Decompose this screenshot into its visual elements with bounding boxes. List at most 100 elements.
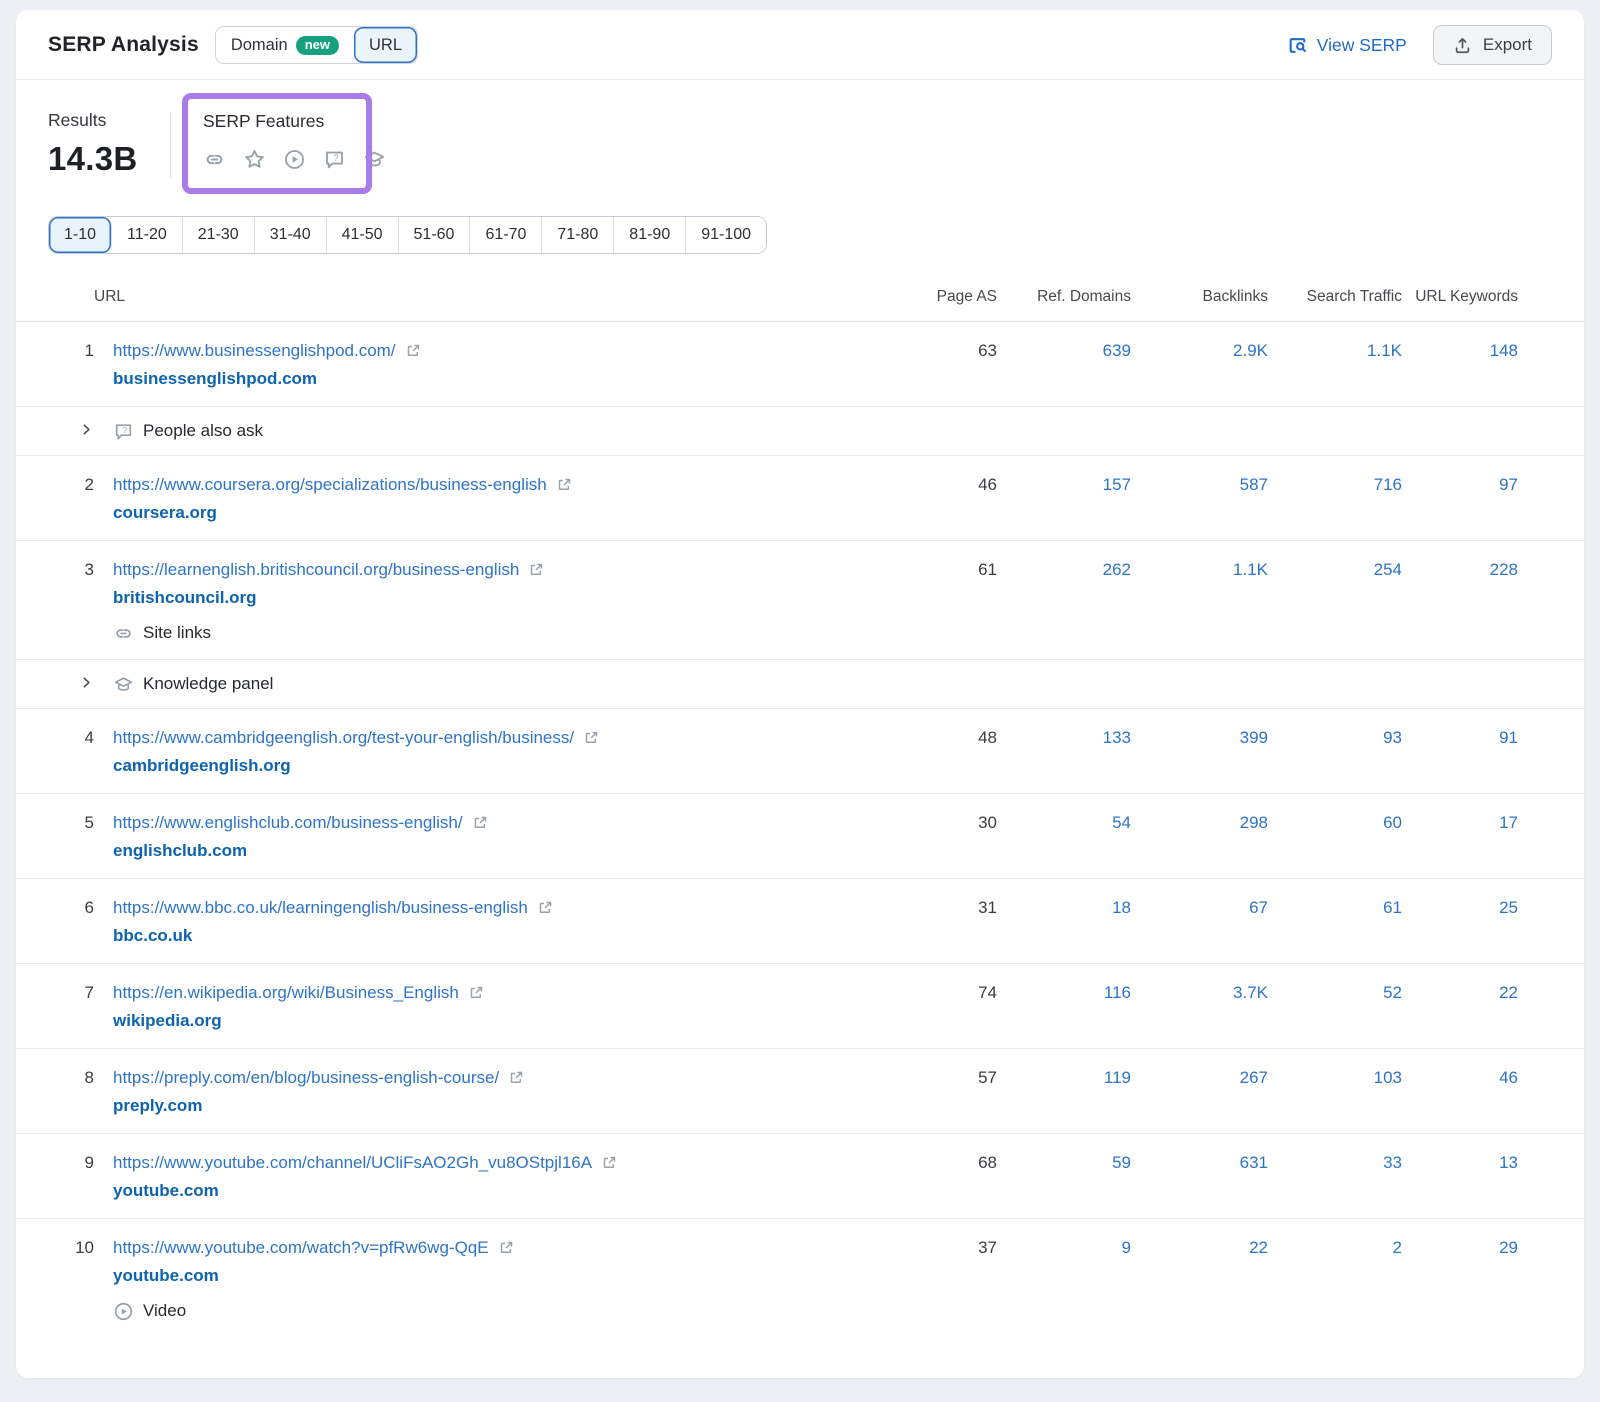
url-keywords-value[interactable]: 91	[1499, 728, 1518, 747]
video-icon	[113, 1301, 134, 1322]
people-also-ask-icon: ?	[113, 421, 134, 442]
pagination-range-51-60[interactable]: 51-60	[399, 217, 471, 253]
url-toggle-button[interactable]: URL	[354, 27, 417, 63]
ref-domains-value[interactable]: 9	[1122, 1238, 1131, 1257]
search-traffic-value[interactable]: 52	[1383, 983, 1402, 1002]
external-link-icon[interactable]	[583, 730, 599, 746]
search-traffic-value[interactable]: 716	[1374, 475, 1402, 494]
result-url-link[interactable]: https://www.bbc.co.uk/learningenglish/bu…	[113, 895, 528, 921]
external-link-icon[interactable]	[498, 1240, 514, 1256]
result-domain-link[interactable]: businessenglishpod.com	[113, 367, 317, 391]
export-button[interactable]: Export	[1433, 25, 1552, 65]
url-toggle-label: URL	[369, 34, 402, 56]
ref-domains-value[interactable]: 262	[1103, 560, 1131, 579]
external-link-icon[interactable]	[601, 1155, 617, 1171]
url-keywords-value[interactable]: 97	[1499, 475, 1518, 494]
search-traffic-value[interactable]: 33	[1383, 1153, 1402, 1172]
backlinks-value[interactable]: 2.9K	[1233, 341, 1268, 360]
result-url-link[interactable]: https://preply.com/en/blog/business-engl…	[113, 1065, 499, 1091]
ref-domains-value[interactable]: 133	[1103, 728, 1131, 747]
external-link-icon[interactable]	[468, 985, 484, 1001]
result-url-link[interactable]: https://www.cambridgeenglish.org/test-yo…	[113, 725, 574, 751]
url-keywords-value[interactable]: 13	[1499, 1153, 1518, 1172]
external-link-icon[interactable]	[556, 477, 572, 493]
page-as-value: 31	[847, 895, 997, 921]
external-link-icon[interactable]	[537, 900, 553, 916]
result-domain-link[interactable]: bbc.co.uk	[113, 924, 192, 948]
search-traffic-value[interactable]: 93	[1383, 728, 1402, 747]
pagination-range-31-40[interactable]: 31-40	[255, 217, 327, 253]
result-url-link[interactable]: https://learnenglish.britishcouncil.org/…	[113, 557, 519, 583]
pagination-range-71-80[interactable]: 71-80	[542, 217, 614, 253]
pagination-range-21-30[interactable]: 21-30	[183, 217, 255, 253]
result-url-link[interactable]: https://en.wikipedia.org/wiki/Business_E…	[113, 980, 459, 1006]
result-url-link[interactable]: https://www.coursera.org/specializations…	[113, 472, 547, 498]
pagination-range-61-70[interactable]: 61-70	[470, 217, 542, 253]
result-domain-link[interactable]: cambridgeenglish.org	[113, 754, 291, 778]
chevron-right-icon[interactable]	[79, 675, 94, 690]
backlinks-value[interactable]: 399	[1240, 728, 1268, 747]
external-link-icon[interactable]	[472, 815, 488, 831]
results-block: Results 14.3B	[48, 110, 170, 178]
backlinks-value[interactable]: 67	[1249, 898, 1268, 917]
search-traffic-value[interactable]: 2	[1393, 1238, 1402, 1257]
page-as-value: 68	[847, 1150, 997, 1176]
result-url-link[interactable]: https://www.youtube.com/channel/UCliFsAO…	[113, 1150, 592, 1176]
pagination-range-41-50[interactable]: 41-50	[327, 217, 399, 253]
external-link-icon[interactable]	[528, 562, 544, 578]
search-traffic-value[interactable]: 61	[1383, 898, 1402, 917]
external-link-icon[interactable]	[405, 343, 421, 359]
serp-feature-row-knowledge-panel[interactable]: Knowledge panel	[16, 660, 1584, 709]
column-header-search-traffic: Search Traffic	[1268, 282, 1402, 321]
ref-domains-value[interactable]: 116	[1104, 983, 1131, 1002]
serp-feature-label: Knowledge panel	[143, 672, 273, 696]
url-keywords-value[interactable]: 46	[1499, 1068, 1518, 1087]
page-as-value: 63	[847, 338, 997, 364]
url-keywords-value[interactable]: 29	[1499, 1238, 1518, 1257]
url-keywords-value[interactable]: 22	[1499, 983, 1518, 1002]
backlinks-value[interactable]: 3.7K	[1233, 983, 1268, 1002]
pagination-range-11-20[interactable]: 11-20	[112, 217, 183, 253]
pagination-range-1-10[interactable]: 1-10	[49, 217, 112, 253]
search-traffic-value[interactable]: 254	[1374, 560, 1402, 579]
result-domain-link[interactable]: preply.com	[113, 1094, 202, 1118]
url-keywords-value[interactable]: 148	[1490, 341, 1518, 360]
ref-domains-value[interactable]: 18	[1112, 898, 1131, 917]
domain-toggle-button[interactable]: Domain new	[216, 27, 354, 63]
pagination-range-91-100[interactable]: 91-100	[686, 217, 766, 253]
result-url-link[interactable]: https://www.businessenglishpod.com/	[113, 338, 396, 364]
result-domain-link[interactable]: coursera.org	[113, 501, 217, 525]
result-url-link[interactable]: https://www.englishclub.com/business-eng…	[113, 810, 463, 836]
search-traffic-value[interactable]: 103	[1374, 1068, 1402, 1087]
chevron-right-icon[interactable]	[79, 422, 94, 437]
backlinks-value[interactable]: 631	[1240, 1153, 1268, 1172]
backlinks-value[interactable]: 267	[1240, 1068, 1268, 1087]
view-serp-link[interactable]: View SERP	[1287, 35, 1407, 56]
url-keywords-value[interactable]: 228	[1490, 560, 1518, 579]
serp-feature-row-people-also-ask[interactable]: ? People also ask	[16, 407, 1584, 456]
backlinks-value[interactable]: 587	[1240, 475, 1268, 494]
ref-domains-value[interactable]: 59	[1112, 1153, 1131, 1172]
result-domain-link[interactable]: youtube.com	[113, 1179, 219, 1203]
ref-domains-value[interactable]: 54	[1112, 813, 1131, 832]
backlinks-value[interactable]: 22	[1249, 1238, 1268, 1257]
result-domain-link[interactable]: britishcouncil.org	[113, 586, 257, 610]
result-domain-link[interactable]: youtube.com	[113, 1264, 219, 1288]
ref-domains-value[interactable]: 119	[1104, 1068, 1131, 1087]
url-keywords-value[interactable]: 25	[1499, 898, 1518, 917]
ref-domains-value[interactable]: 639	[1103, 341, 1131, 360]
page-title: SERP Analysis	[48, 33, 199, 57]
result-url-link[interactable]: https://www.youtube.com/watch?v=pfRw6wg-…	[113, 1235, 489, 1261]
pagination-range-81-90[interactable]: 81-90	[614, 217, 686, 253]
backlinks-value[interactable]: 298	[1240, 813, 1268, 832]
ref-domains-value[interactable]: 157	[1103, 475, 1131, 494]
result-domain-link[interactable]: wikipedia.org	[113, 1009, 222, 1033]
backlinks-value[interactable]: 1.1K	[1233, 560, 1268, 579]
search-traffic-value[interactable]: 60	[1383, 813, 1402, 832]
result-domain-link[interactable]: englishclub.com	[113, 839, 247, 863]
external-link-icon[interactable]	[508, 1070, 524, 1086]
url-keywords-value[interactable]: 17	[1499, 813, 1518, 832]
svg-text:?: ?	[122, 425, 127, 435]
search-traffic-value[interactable]: 1.1K	[1367, 341, 1402, 360]
table-row: 8 https://preply.com/en/blog/business-en…	[16, 1049, 1584, 1134]
